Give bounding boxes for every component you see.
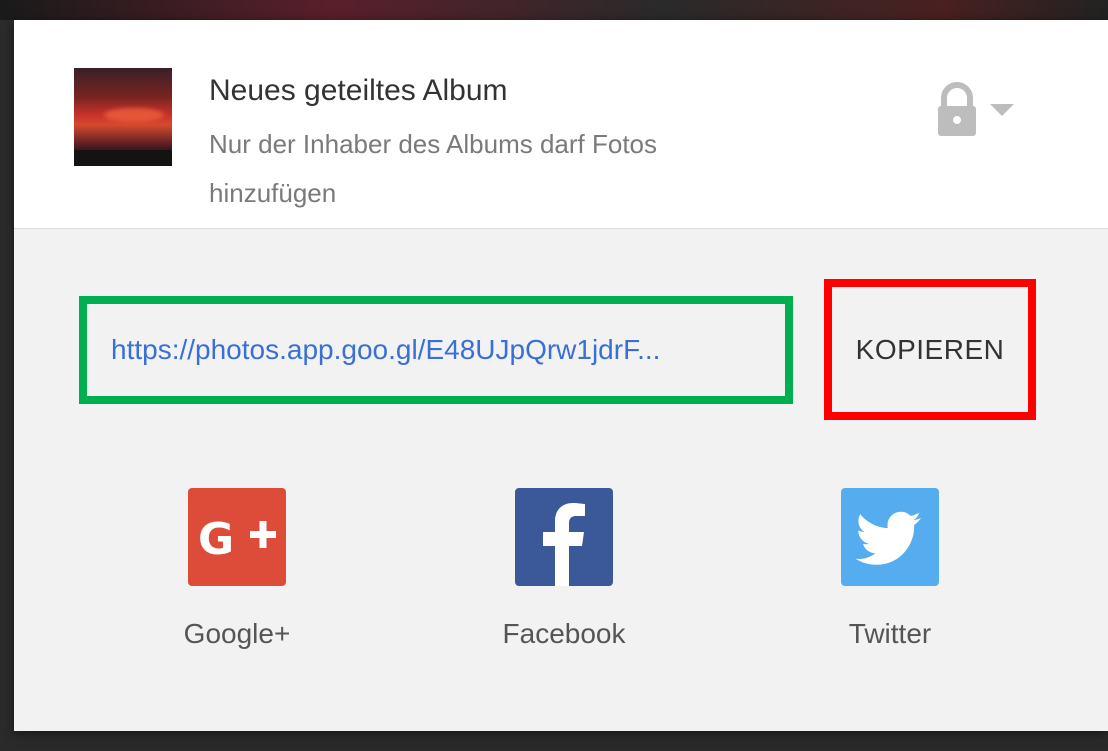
twitter-icon (841, 488, 939, 586)
background-photo (0, 0, 1108, 20)
album-permission-text: Nur der Inhaber des Albums darf Fotos hi… (209, 129, 658, 208)
album-header: Neues geteiltes Album Nur der Inhaber de… (14, 20, 1108, 229)
album-title: Neues geteiltes Album (209, 74, 508, 107)
google-plus-icon: G (188, 488, 286, 586)
svg-text:G: G (198, 514, 234, 565)
share-label: Facebook (502, 618, 626, 649)
share-facebook[interactable]: Facebook (474, 488, 654, 650)
copy-highlight: KOPIEREN (824, 279, 1036, 420)
copy-button[interactable]: KOPIEREN (856, 334, 1005, 366)
share-dialog: Neues geteiltes Album Nur der Inhaber de… (14, 20, 1108, 731)
share-link[interactable]: https://photos.app.goo.gl/E48UJpQrw1jdrF… (111, 334, 785, 366)
share-twitter[interactable]: Twitter (800, 488, 980, 650)
privacy-dropdown[interactable] (936, 82, 1026, 138)
share-google-plus[interactable]: G Google+ (147, 488, 327, 650)
share-label: Google+ (183, 618, 291, 649)
background-photo (0, 731, 1108, 751)
share-label: Twitter (848, 618, 932, 649)
facebook-icon (515, 488, 613, 586)
chevron-down-icon (990, 104, 1014, 116)
album-thumbnail (74, 68, 172, 166)
share-link-field[interactable]: https://photos.app.goo.gl/E48UJpQrw1jdrF… (79, 296, 793, 404)
